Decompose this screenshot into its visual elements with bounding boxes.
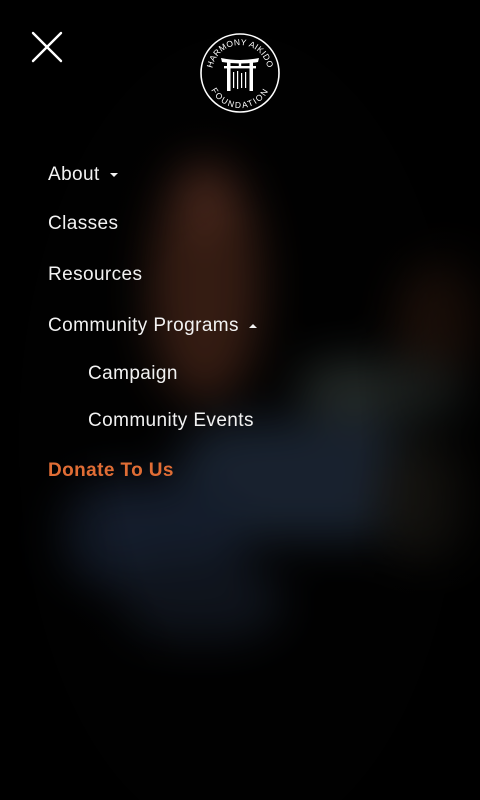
menu-item-label: Campaign — [88, 363, 178, 384]
menu-item-classes[interactable]: Classes — [48, 209, 257, 239]
menu-item-donate[interactable]: Donate To Us — [48, 456, 257, 486]
nav-menu: About Classes Resources Community Progra… — [48, 160, 257, 486]
menu-item-label: Community Events — [88, 410, 254, 431]
submenu-item-campaign[interactable]: Campaign — [48, 359, 257, 389]
mobile-nav-screen: HARMONY AIKIDO FOUNDATION About Classes — [0, 0, 480, 800]
close-menu-button[interactable] — [28, 28, 66, 66]
menu-item-resources[interactable]: Resources — [48, 260, 257, 290]
menu-item-about[interactable]: About — [48, 160, 257, 190]
close-icon — [31, 31, 63, 63]
chevron-down-icon — [109, 173, 118, 177]
submenu-item-community-events[interactable]: Community Events — [48, 406, 257, 436]
foundation-logo[interactable]: HARMONY AIKIDO FOUNDATION — [199, 32, 281, 114]
chevron-up-icon — [248, 324, 257, 328]
menu-item-label: Resources — [48, 264, 143, 285]
menu-item-community-programs[interactable]: Community Programs — [48, 311, 257, 341]
menu-item-label: Donate To Us — [48, 460, 174, 481]
menu-item-label: About — [48, 164, 100, 185]
menu-item-label: Community Programs — [48, 315, 239, 336]
torii-gate-icon: HARMONY AIKIDO FOUNDATION — [200, 33, 280, 113]
menu-item-label: Classes — [48, 213, 119, 234]
